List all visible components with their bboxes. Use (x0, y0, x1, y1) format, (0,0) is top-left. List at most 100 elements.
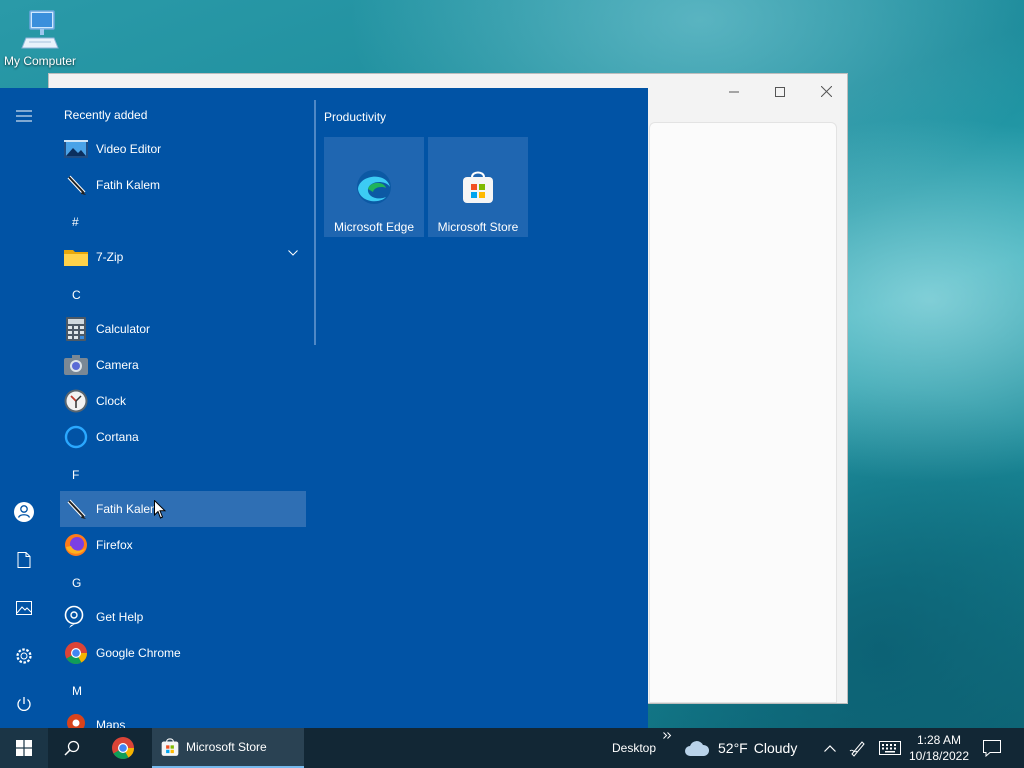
pen-icon (64, 497, 88, 521)
pen-icon (64, 173, 88, 197)
toolbar-expand-button[interactable] (660, 728, 674, 768)
chrome-icon (64, 641, 88, 665)
taskbar: Microsoft Store Desktop 52°F Cloudy 1:28… (0, 728, 1024, 768)
clock-time: 1:28 AM (916, 733, 962, 747)
app-item-label: Cortana (96, 430, 139, 444)
tile-group-title[interactable]: Productivity (324, 110, 386, 124)
letter-header-f[interactable]: F (72, 468, 79, 482)
taskbar-clock[interactable]: 1:28 AM 10/18/2022 (906, 732, 972, 764)
documents-button[interactable] (12, 548, 36, 572)
camera-icon (64, 353, 88, 377)
minimize-button[interactable] (711, 80, 757, 104)
touch-keyboard-button[interactable] (876, 728, 904, 768)
app-item-get-help[interactable]: ? Get Help (60, 599, 306, 635)
list-divider (314, 100, 316, 345)
cortana-icon (64, 425, 88, 449)
desktop-icon-label: My Computer (3, 54, 77, 68)
app-item-label: Calculator (96, 322, 151, 336)
power-icon (17, 697, 31, 711)
store-icon (460, 169, 496, 205)
video-editor-icon (64, 137, 88, 161)
chevron-up-icon (824, 744, 836, 752)
cloud-icon (685, 741, 710, 756)
documents-icon (17, 552, 31, 568)
app-item-label: Fatih Kalem (96, 178, 161, 192)
power-button[interactable] (12, 692, 36, 716)
letter-header-c[interactable]: C (72, 288, 81, 302)
maps-icon (64, 713, 88, 728)
expand-menu-button[interactable] (12, 104, 36, 128)
pen-workspace-button[interactable] (846, 728, 870, 768)
app-item-fatih-kalem[interactable]: Fatih Kalem (60, 167, 306, 203)
window-content-pane (649, 122, 837, 703)
recently-added-heading: Recently added (64, 108, 148, 122)
settings-button[interactable] (12, 644, 36, 668)
app-item-video-editor[interactable]: Video Editor (60, 131, 306, 167)
taskbar-app-label: Microsoft Store (186, 740, 267, 754)
settings-icon (16, 648, 32, 664)
search-button[interactable] (48, 728, 96, 768)
tile-microsoft-edge[interactable]: Microsoft Edge (324, 137, 424, 237)
app-item-cortana[interactable]: Cortana (60, 419, 306, 455)
calculator-icon (64, 317, 88, 341)
tile-label: Microsoft Store (437, 220, 519, 234)
app-item-calculator[interactable]: Calculator (60, 311, 306, 347)
tile-microsoft-store[interactable]: Microsoft Store (428, 137, 528, 237)
app-item-camera[interactable]: Camera (60, 347, 306, 383)
weather-temp: 52°F (718, 740, 748, 756)
folder-icon (64, 245, 88, 269)
app-item-fatih-kalem-f[interactable]: Fatih Kalem (60, 491, 306, 527)
taskbar-chrome-button[interactable] (100, 728, 146, 768)
store-icon (161, 738, 179, 756)
show-hidden-icons-button[interactable] (818, 728, 842, 768)
weather-widget[interactable]: 52°F Cloudy (684, 728, 810, 768)
app-item-firefox[interactable]: Firefox (60, 527, 306, 563)
clock-icon (64, 389, 88, 413)
firefox-icon (64, 533, 88, 557)
desktop-toolbar-label: Desktop (611, 741, 657, 755)
clock-date: 10/18/2022 (908, 749, 970, 763)
chevron-down-icon[interactable] (288, 250, 298, 256)
pen-workspace-icon (849, 741, 865, 757)
app-item-7-zip[interactable]: 7-Zip (60, 239, 306, 275)
windows-logo-icon (16, 740, 32, 756)
user-account-button[interactable] (12, 500, 36, 524)
maximize-button[interactable] (757, 80, 803, 104)
close-icon (820, 85, 832, 98)
start-menu: Recently added Video Editor Fatih Kalem … (0, 88, 648, 728)
keyboard-icon (879, 741, 901, 755)
letter-header-m[interactable]: M (72, 684, 82, 698)
mouse-cursor-icon (154, 500, 166, 519)
close-button[interactable] (803, 80, 849, 104)
help-icon: ? (64, 605, 88, 629)
minimize-icon (729, 91, 739, 93)
start-rail (0, 88, 48, 728)
action-center-button[interactable] (978, 728, 1006, 768)
double-chevron-icon (662, 732, 671, 739)
app-item-label: Fatih Kalem (96, 502, 161, 516)
app-item-label: Video Editor (96, 142, 162, 156)
app-list[interactable]: Recently added Video Editor Fatih Kalem … (48, 88, 310, 728)
maximize-icon (775, 87, 785, 97)
desktop-toolbar[interactable]: Desktop (604, 728, 664, 768)
edge-icon (356, 169, 392, 205)
notification-icon (983, 739, 1001, 757)
app-item-label: 7-Zip (96, 250, 124, 264)
app-item-google-chrome[interactable]: Google Chrome (60, 635, 306, 671)
letter-header-g[interactable]: G (72, 576, 81, 590)
app-item-maps[interactable]: Maps (60, 707, 306, 728)
start-button[interactable] (0, 728, 48, 768)
search-icon (64, 740, 80, 756)
app-item-clock[interactable]: Clock (60, 383, 306, 419)
app-item-label: Camera (96, 358, 139, 372)
letter-header-hash[interactable]: # (72, 215, 79, 229)
desktop-icon-my-computer[interactable]: My Computer (0, 8, 80, 68)
pictures-button[interactable] (12, 596, 36, 620)
app-item-label: Clock (96, 394, 127, 408)
weather-condition: Cloudy (753, 740, 798, 756)
app-item-label: Google Chrome (96, 646, 181, 660)
app-item-label: Maps (96, 718, 126, 728)
pictures-icon (16, 601, 32, 615)
menu-icon (16, 110, 32, 122)
taskbar-microsoft-store-button[interactable]: Microsoft Store (152, 728, 304, 768)
